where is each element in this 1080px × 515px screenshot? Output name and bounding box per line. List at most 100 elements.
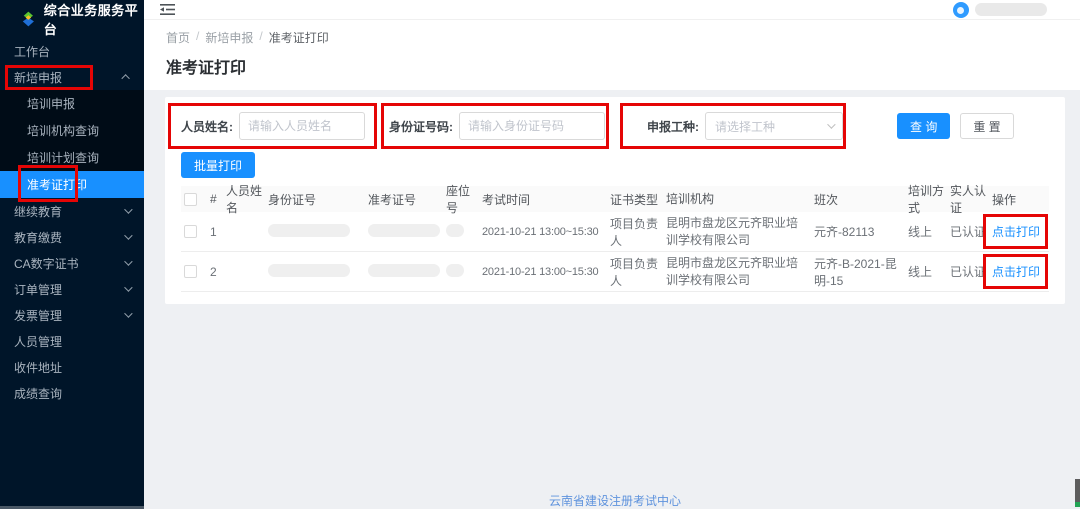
training-method: 线上 xyxy=(905,263,947,280)
breadcrumb: 首页 / 新培申报 / 准考证打印 xyxy=(166,29,1066,46)
menu-fold-icon xyxy=(160,3,175,16)
breadcrumb-section[interactable]: 新培申报 xyxy=(205,29,253,46)
table-header-row: # 人员姓名 身份证号 准考证号 座位号 考试时间 证书类型 培训机构 班次 培… xyxy=(181,186,1049,212)
bottom-strip xyxy=(0,509,1080,515)
cert-type: 项目负责人 xyxy=(607,255,663,289)
chevron-down-icon xyxy=(124,205,132,213)
training-method: 线上 xyxy=(905,223,947,240)
content-area: 人员姓名: 身份证号码: 申报工种: 请选择工种 xyxy=(144,90,1080,509)
app-title: 综合业务服务平台 xyxy=(44,0,144,38)
exam-time: 2021-10-21 13:00~15:30 xyxy=(479,226,607,238)
name-filter-label: 人员姓名: xyxy=(181,118,233,135)
topbar xyxy=(144,0,1080,20)
search-button[interactable]: 查 询 xyxy=(897,113,950,139)
platform-logo-icon xyxy=(20,10,37,28)
col-header-action: 操作 xyxy=(989,191,1049,208)
page-title: 准考证打印 xyxy=(166,54,1066,78)
logo-row: 综合业务服务平台 xyxy=(0,0,144,38)
breadcrumb-separator: / xyxy=(259,29,262,46)
row-index: 2 xyxy=(207,265,223,279)
vertical-scrollbar-thumb[interactable] xyxy=(1075,479,1080,507)
filter-row: 人员姓名: 身份证号码: 申报工种: 请选择工种 xyxy=(181,112,1049,140)
col-header-cert-type: 证书类型 xyxy=(607,191,663,208)
identity-auth-status: 已认证 xyxy=(947,263,989,280)
col-header-exam-time: 考试时间 xyxy=(479,191,607,208)
batch-row: 批量打印 xyxy=(181,152,1049,178)
sidebar-item-personnel-management[interactable]: 人员管理 xyxy=(0,328,144,354)
chevron-down-icon xyxy=(124,257,132,265)
sidebar-item-training-declare[interactable]: 培训申报 xyxy=(0,90,144,117)
sidebar-item-score-query[interactable]: 成绩查询 xyxy=(0,380,144,406)
cert-type: 项目负责人 xyxy=(607,215,663,249)
redacted-seat-number xyxy=(446,264,464,277)
sidebar-group-education-payment[interactable]: 教育缴费 xyxy=(0,224,144,250)
class-number: 元齐-B-2021-昆明-15 xyxy=(811,255,905,289)
menu-fold-button[interactable] xyxy=(160,3,175,16)
col-header-ticket-number: 准考证号 xyxy=(365,191,443,208)
redacted-ticket-number xyxy=(368,224,440,237)
training-org: 昆明市盘龙区元齐职业培训学校有限公司 xyxy=(663,255,811,289)
row-checkbox[interactable] xyxy=(184,265,197,278)
sidebar-group-continuing-education[interactable]: 继续教育 xyxy=(0,198,144,224)
col-header-class-number: 班次 xyxy=(811,191,905,208)
col-header-identity-auth: 实人认证 xyxy=(947,182,989,216)
row-checkbox[interactable] xyxy=(184,225,197,238)
sidebar-item-training-plan-query[interactable]: 培训计划查询 xyxy=(0,144,144,171)
page-header: 首页 / 新培申报 / 准考证打印 准考证打印 xyxy=(144,20,1080,90)
sidebar-item-workbench[interactable]: 工作台 xyxy=(0,38,144,64)
breadcrumb-home[interactable]: 首页 xyxy=(166,29,190,46)
sidebar-item-shipping-address[interactable]: 收件地址 xyxy=(0,354,144,380)
sidebar-group-order-management[interactable]: 订单管理 xyxy=(0,276,144,302)
col-header-training-method: 培训方式 xyxy=(905,182,947,216)
col-header-name: 人员姓名 xyxy=(223,182,265,216)
sidebar-item-admission-ticket-print[interactable]: 准考证打印 xyxy=(0,171,144,198)
exam-time: 2021-10-21 13:00~15:30 xyxy=(479,266,607,278)
click-to-print-link[interactable]: 点击打印 xyxy=(992,225,1040,239)
id-filter-label: 身份证号码: xyxy=(389,118,453,135)
user-avatar-icon xyxy=(953,2,969,18)
redacted-id-number xyxy=(268,264,350,277)
redacted-seat-number xyxy=(446,224,464,237)
user-cluster[interactable] xyxy=(953,2,1047,18)
user-name-redacted xyxy=(975,3,1047,16)
filter-group-name: 人员姓名: xyxy=(181,112,365,140)
breadcrumb-current: 准考证打印 xyxy=(269,29,329,46)
training-org: 昆明市盘龙区元齐职业培训学校有限公司 xyxy=(663,215,811,249)
table-row: 2 2021-10-21 13:00~15:30 项目负责人 昆明市盘龙区元齐职… xyxy=(181,252,1049,292)
select-all-checkbox[interactable] xyxy=(184,193,197,206)
name-filter-input[interactable] xyxy=(239,112,365,140)
admission-ticket-table: # 人员姓名 身份证号 准考证号 座位号 考试时间 证书类型 培训机构 班次 培… xyxy=(181,186,1049,292)
sidebar-item-training-org-query[interactable]: 培训机构查询 xyxy=(0,117,144,144)
sidebar-group-new-training[interactable]: 新培申报 xyxy=(0,64,144,90)
sidebar-group-ca-certificate[interactable]: CA数字证书 xyxy=(0,250,144,276)
chevron-down-icon xyxy=(827,120,835,128)
sidebar-submenu: 培训申报 培训机构查询 培训计划查询 准考证打印 xyxy=(0,90,144,198)
row-index: 1 xyxy=(207,225,223,239)
chevron-down-icon xyxy=(124,309,132,317)
filter-group-id: 身份证号码: xyxy=(389,112,605,140)
col-header-id-number: 身份证号 xyxy=(265,191,365,208)
job-filter-label: 申报工种: xyxy=(647,118,699,135)
id-filter-input[interactable] xyxy=(459,112,605,140)
click-to-print-link[interactable]: 点击打印 xyxy=(992,265,1040,279)
sidebar: 综合业务服务平台 工作台 新培申报 培训申报 培训机构查询 培训计划查询 准考证… xyxy=(0,0,144,509)
redacted-id-number xyxy=(268,224,350,237)
reset-button[interactable]: 重 置 xyxy=(960,113,1013,139)
batch-print-button[interactable]: 批量打印 xyxy=(181,152,255,178)
filter-buttons: 查 询 重 置 xyxy=(897,113,1014,139)
sidebar-group-invoice-management[interactable]: 发票管理 xyxy=(0,302,144,328)
job-type-select[interactable]: 请选择工种 xyxy=(705,112,843,140)
redacted-ticket-number xyxy=(368,264,440,277)
breadcrumb-separator: / xyxy=(196,29,199,46)
page-footer: 云南省建设注册考试中心 xyxy=(165,492,1065,509)
content-card: 人员姓名: 身份证号码: 申报工种: 请选择工种 xyxy=(165,97,1065,304)
class-number: 元齐-82113 xyxy=(811,223,905,240)
app-window: 综合业务服务平台 工作台 新培申报 培训申报 培训机构查询 培训计划查询 准考证… xyxy=(0,0,1080,515)
table-row: 1 2021-10-21 13:00~15:30 项目负责人 昆明市盘龙区元齐职… xyxy=(181,212,1049,252)
chevron-down-icon xyxy=(124,283,132,291)
filter-group-job: 申报工种: 请选择工种 xyxy=(647,112,843,140)
chevron-down-icon xyxy=(124,231,132,239)
col-header-seat-number: 座位号 xyxy=(443,182,479,216)
main-area: 首页 / 新培申报 / 准考证打印 准考证打印 人员姓名: 身份证号码: xyxy=(144,0,1080,509)
exam-center-link[interactable]: 云南省建设注册考试中心 xyxy=(549,494,681,508)
